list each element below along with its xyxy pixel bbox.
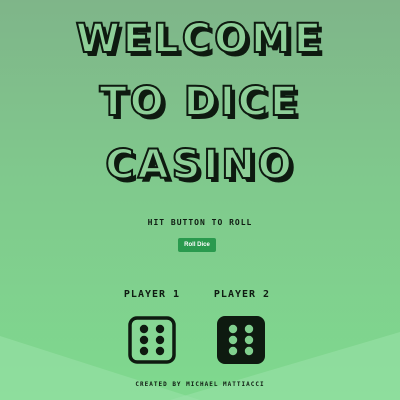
title-line-3: CASINO [104, 141, 295, 189]
die-pip [155, 335, 165, 345]
title-line-1: WELCOME [75, 15, 325, 63]
die-pip [139, 324, 149, 334]
page-title: WELCOME TO DICE CASINO [0, 8, 400, 197]
die-pip [155, 346, 165, 356]
player-1-label: PLAYER 1 [123, 289, 181, 300]
instruction-text: HIT BUTTON TO ROLL [147, 218, 253, 227]
title-line-2: TO DICE [99, 78, 301, 126]
die-pip [139, 346, 149, 356]
player-2-die-icon [217, 316, 265, 364]
background-wedge [0, 332, 400, 400]
die-pip [244, 335, 254, 345]
player-1-die-icon [128, 316, 176, 364]
die-pip [228, 346, 238, 356]
die-pip [155, 324, 165, 334]
player-2-label: PLAYER 2 [213, 289, 271, 300]
die-pip [228, 335, 238, 345]
die-pip [139, 335, 149, 345]
roll-dice-button[interactable]: Roll Dice [178, 238, 216, 252]
die-pip [244, 346, 254, 356]
footer-credit: CREATED BY MICHAEL MATTIACCI [135, 381, 265, 388]
die-pip [244, 324, 254, 334]
die-pip [228, 324, 238, 334]
